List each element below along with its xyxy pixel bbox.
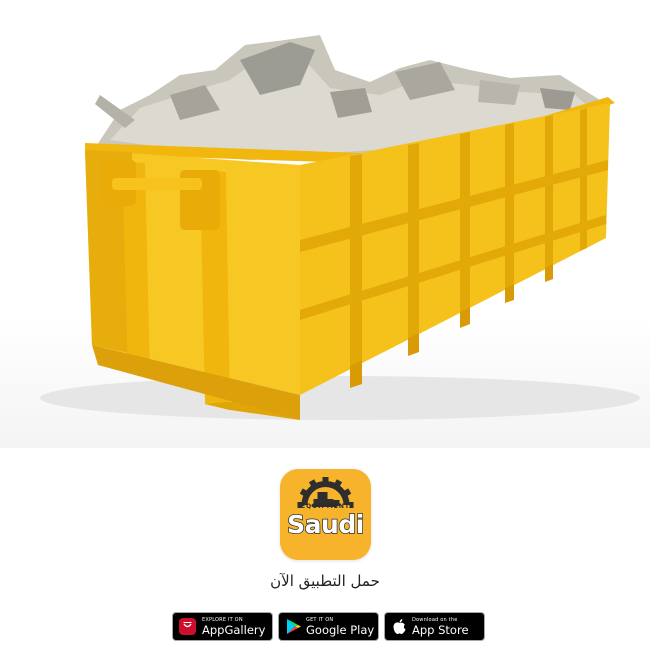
brand-name: Saudi	[286, 509, 365, 540]
appgallery-badge[interactable]: EXPLORE IT ON AppGallery	[172, 612, 273, 641]
google-play-label: Google Play	[306, 623, 375, 637]
google-play-badge[interactable]: GET IT ON Google Play	[278, 612, 379, 641]
saudi-equipment-app-icon[interactable]: EQUIPMENT Saudi	[280, 469, 371, 560]
app-store-badge[interactable]: Download on the App Store	[384, 612, 485, 641]
huawei-appgallery-icon	[179, 618, 196, 635]
store-badges: EXPLORE IT ON AppGallery GET IT ON Googl…	[172, 612, 485, 641]
google-play-icon	[287, 619, 301, 634]
apple-icon	[393, 619, 406, 634]
app-store-label: App Store	[412, 623, 469, 637]
brand-subtitle: EQUIPMENT	[301, 503, 350, 510]
hero-image	[0, 0, 650, 448]
download-app-heading: حمل التطبيق الآن	[270, 572, 380, 590]
debris-container-illustration	[40, 35, 640, 420]
appgallery-label: AppGallery	[202, 623, 266, 637]
